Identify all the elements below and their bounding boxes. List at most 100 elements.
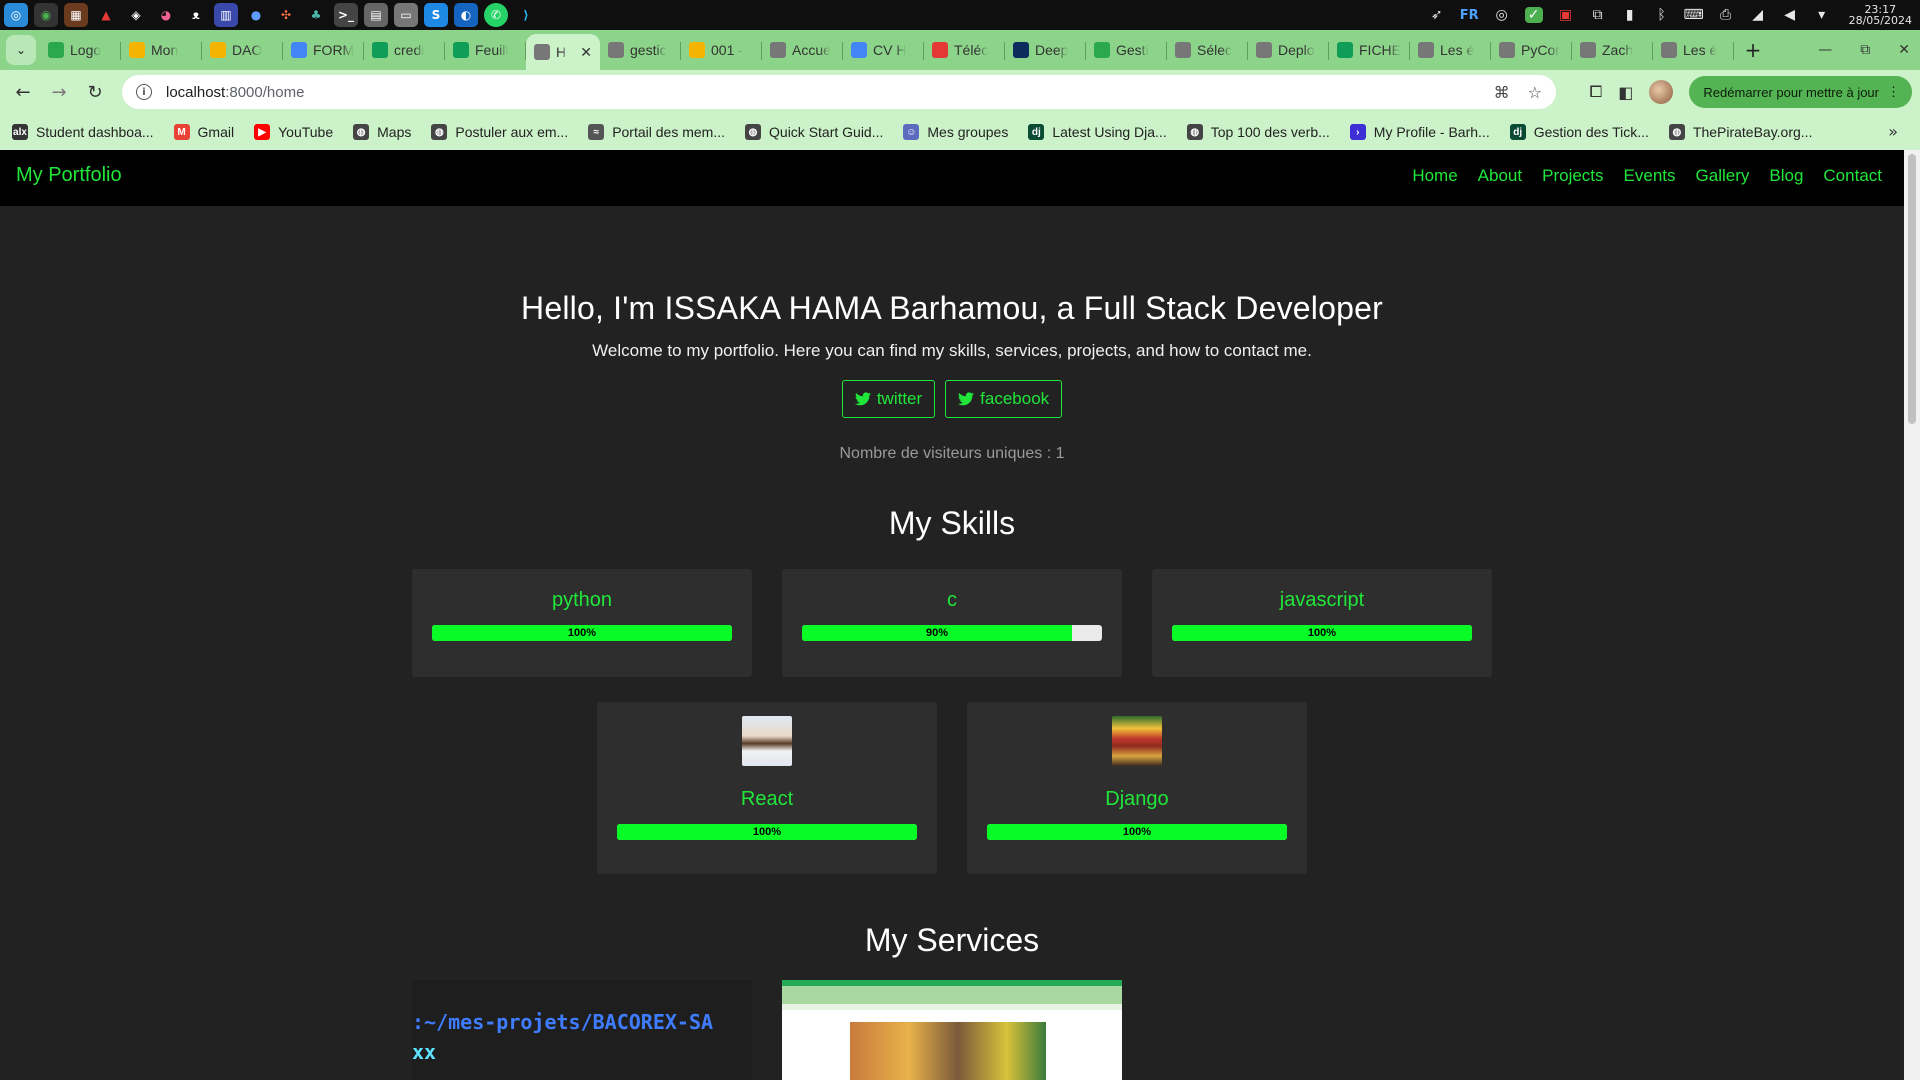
extensions-icon[interactable]: ⧠ bbox=[1589, 82, 1602, 102]
browser-tab[interactable]: Deep bbox=[1005, 34, 1086, 66]
circle-app-icon[interactable]: ● bbox=[244, 3, 268, 27]
bookmark-item[interactable]: ◍ Quick Start Guid... bbox=[745, 124, 883, 140]
url-text[interactable]: localhost:8000/home bbox=[166, 84, 304, 101]
browser-tab[interactable]: Feuill bbox=[445, 34, 526, 66]
aperture-app-icon[interactable]: ◈ bbox=[124, 3, 148, 27]
browser-tab[interactable]: Mon bbox=[121, 34, 202, 66]
social-button-twitter[interactable]: twitter bbox=[841, 380, 936, 418]
chess-app-icon[interactable]: ▦ bbox=[64, 3, 88, 27]
calculator-app-icon[interactable]: ▤ bbox=[364, 3, 388, 27]
chevron-down-icon[interactable]: ▾ bbox=[1813, 7, 1831, 23]
keyboard-layout[interactable]: FR bbox=[1460, 8, 1479, 23]
side-panel-icon[interactable]: ◧ bbox=[1618, 83, 1633, 102]
browser-tab[interactable]: H ✕ bbox=[526, 34, 600, 70]
site-info-icon[interactable]: i bbox=[136, 84, 152, 100]
bluetooth-icon[interactable]: ᛒ bbox=[1653, 7, 1671, 23]
forward-button[interactable]: → bbox=[42, 75, 76, 109]
volume-icon[interactable]: ◀ bbox=[1781, 7, 1799, 23]
browser-tab[interactable]: Zach bbox=[1572, 34, 1653, 66]
nav-link-gallery[interactable]: Gallery bbox=[1696, 166, 1750, 186]
address-bar[interactable]: i localhost:8000/home ⌘ ☆ bbox=[122, 75, 1556, 109]
nav-link-contact[interactable]: Contact bbox=[1823, 166, 1882, 186]
skill-image bbox=[1112, 716, 1162, 766]
service-card-screenshot-image[interactable] bbox=[782, 980, 1122, 1080]
bookmark-item[interactable]: dj Latest Using Dja... bbox=[1028, 124, 1167, 140]
bookmark-item[interactable]: alx Student dashboa... bbox=[12, 124, 154, 140]
chrome-app-icon[interactable]: ◉ bbox=[34, 3, 58, 27]
browser-tab[interactable]: Téléc bbox=[924, 34, 1005, 66]
browser-tab[interactable]: Gesti bbox=[1086, 34, 1167, 66]
social-button-facebook[interactable]: facebook bbox=[945, 380, 1063, 418]
nav-link-blog[interactable]: Blog bbox=[1769, 166, 1803, 186]
pinwheel-app-icon[interactable]: ✣ bbox=[274, 3, 298, 27]
service-card-terminal-image[interactable]: xx:~/mes-projets/BACOREX-SA bbox=[412, 980, 752, 1080]
nav-link-about[interactable]: About bbox=[1478, 166, 1522, 186]
whatsapp-app-icon[interactable]: ✆ bbox=[484, 3, 508, 27]
relaunch-update-button[interactable]: Redémarrer pour mettre à jour ⋮ bbox=[1689, 76, 1912, 108]
bookmark-item[interactable]: ≈ Portail des mem... bbox=[588, 124, 725, 140]
scrollbar-thumb[interactable] bbox=[1908, 154, 1916, 424]
bookmarks-overflow-icon[interactable]: » bbox=[1888, 122, 1898, 141]
messenger-app-icon[interactable]: ◐ bbox=[454, 3, 478, 27]
browser-tab[interactable]: Deplo bbox=[1248, 34, 1329, 66]
wifi-icon[interactable]: ◢ bbox=[1749, 7, 1767, 23]
bookmark-item[interactable]: M Gmail bbox=[173, 124, 234, 140]
browser-tab[interactable]: Sélec bbox=[1167, 34, 1248, 66]
page-scrollbar[interactable] bbox=[1904, 150, 1920, 1080]
browser-tab[interactable]: Les é bbox=[1410, 34, 1491, 66]
bookmark-item[interactable]: ▶ YouTube bbox=[254, 124, 333, 140]
close-window-icon[interactable]: ✕ bbox=[1898, 42, 1910, 58]
bookmark-item[interactable]: › My Profile - Barh... bbox=[1349, 124, 1490, 140]
tab-close-icon[interactable]: ✕ bbox=[580, 44, 592, 61]
building-app-icon[interactable]: ▥ bbox=[214, 3, 238, 27]
archive-app-icon[interactable]: ▭ bbox=[394, 3, 418, 27]
profile-avatar[interactable] bbox=[1649, 80, 1674, 104]
keyboard-icon[interactable]: ⌨ bbox=[1683, 7, 1703, 23]
reload-button[interactable]: ↻ bbox=[78, 75, 112, 109]
clipboard-icon[interactable]: ⧉ bbox=[1589, 7, 1607, 23]
skype-app-icon[interactable]: S bbox=[424, 3, 448, 27]
browser-tab[interactable]: FICHE bbox=[1329, 34, 1410, 66]
browser-tab[interactable]: CV H bbox=[843, 34, 924, 66]
warning-app-icon[interactable]: ▲ bbox=[94, 3, 118, 27]
bookmark-item[interactable]: ◍ Postuler aux em... bbox=[431, 124, 568, 140]
site-brand[interactable]: My Portfolio bbox=[16, 164, 122, 187]
browser-tab[interactable]: gestic bbox=[600, 34, 681, 66]
browser-tab[interactable]: DAO bbox=[202, 34, 283, 66]
check-icon[interactable]: ✓ bbox=[1524, 7, 1543, 23]
bookmark-item[interactable]: ◍ Maps bbox=[353, 124, 411, 140]
color-app-icon[interactable]: ◕ bbox=[154, 3, 178, 27]
sync-icon[interactable]: ◎ bbox=[1493, 7, 1511, 23]
browser-tab[interactable]: Accue bbox=[762, 34, 843, 66]
screen-record-icon[interactable]: ▣ bbox=[1557, 7, 1575, 23]
bookmark-item[interactable]: ◍ ThePirateBay.org... bbox=[1668, 124, 1812, 140]
nav-link-projects[interactable]: Projects bbox=[1542, 166, 1603, 186]
owl-app-icon[interactable]: ᴥ bbox=[184, 3, 208, 27]
terminal-app-icon[interactable]: >_ bbox=[334, 3, 358, 27]
translate-icon[interactable]: ⌘ bbox=[1494, 83, 1510, 102]
clock[interactable]: 23:17 28/05/2024 bbox=[1849, 4, 1912, 26]
files-app-icon[interactable]: ◎ bbox=[4, 3, 28, 27]
browser-tab[interactable]: PyCor bbox=[1491, 34, 1572, 66]
vscode-app-icon[interactable]: ⟩ bbox=[514, 3, 538, 27]
nav-link-events[interactable]: Events bbox=[1624, 166, 1676, 186]
browser-tab[interactable]: FORM bbox=[283, 34, 364, 66]
battery-icon[interactable]: ▮ bbox=[1621, 7, 1639, 23]
bookmark-item[interactable]: ◍ Top 100 des verb... bbox=[1186, 124, 1330, 140]
rocket-icon[interactable]: ➶ bbox=[1428, 7, 1446, 23]
minimize-icon[interactable]: — bbox=[1818, 42, 1832, 58]
browser-tab[interactable]: Les é bbox=[1653, 34, 1734, 66]
bookmark-item[interactable]: ☺ Mes groupes bbox=[903, 124, 1008, 140]
restore-icon[interactable]: ⧉ bbox=[1860, 42, 1870, 58]
tab-search-button[interactable]: ⌄ bbox=[6, 35, 36, 65]
back-button[interactable]: ← bbox=[6, 75, 40, 109]
nav-link-home[interactable]: Home bbox=[1412, 166, 1457, 186]
tree-app-icon[interactable]: ♣ bbox=[304, 3, 328, 27]
browser-tab[interactable]: credi bbox=[364, 34, 445, 66]
printer-icon[interactable]: ⎙ bbox=[1717, 7, 1735, 23]
bookmark-star-icon[interactable]: ☆ bbox=[1528, 83, 1542, 102]
browser-tab[interactable]: 001 - bbox=[681, 34, 762, 66]
new-tab-button[interactable]: + bbox=[1738, 35, 1768, 65]
bookmark-item[interactable]: dj Gestion des Tick... bbox=[1509, 124, 1649, 140]
browser-tab[interactable]: Logo bbox=[40, 34, 121, 66]
